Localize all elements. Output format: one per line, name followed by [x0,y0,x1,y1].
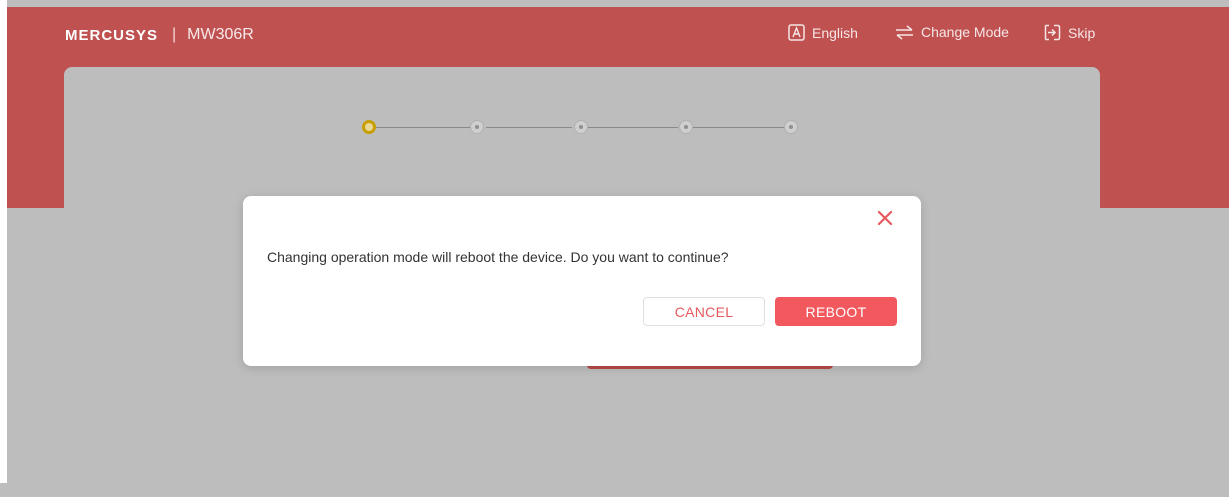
skip-exit-icon [1044,24,1061,41]
step-5 [784,120,798,134]
top-bar: MERCUSYS | MW306R English Change Mode Sk… [7,7,1229,63]
reboot-confirm-dialog: Changing operation mode will reboot the … [243,196,921,366]
language-button[interactable]: English [788,24,858,41]
skip-button[interactable]: Skip [1044,24,1095,41]
reboot-button[interactable]: REBOOT [775,297,897,326]
setup-stepper [362,118,802,138]
model-name: MW306R [187,26,254,43]
change-mode-label: Change Mode [921,24,1009,40]
step-3 [574,120,588,134]
brand-logo: MERCUSYS [65,26,159,44]
brand-separator: | [172,26,177,43]
cancel-button[interactable]: CANCEL [643,297,765,326]
step-4 [679,120,693,134]
step-2 [470,120,484,134]
change-mode-button[interactable]: Change Mode [895,24,1009,40]
close-icon [877,210,893,226]
step-connector [486,127,572,128]
language-icon [788,24,805,41]
step-connector [586,127,678,128]
left-gutter [0,0,7,483]
step-1-active [362,120,376,134]
dialog-message: Changing operation mode will reboot the … [267,249,729,265]
close-button[interactable] [875,208,895,228]
brand: MERCUSYS | MW306R [65,26,254,44]
skip-label: Skip [1068,24,1096,41]
step-connector [692,127,784,128]
swap-arrows-icon [896,24,913,40]
language-label: English [812,24,858,41]
step-connector [376,127,472,128]
